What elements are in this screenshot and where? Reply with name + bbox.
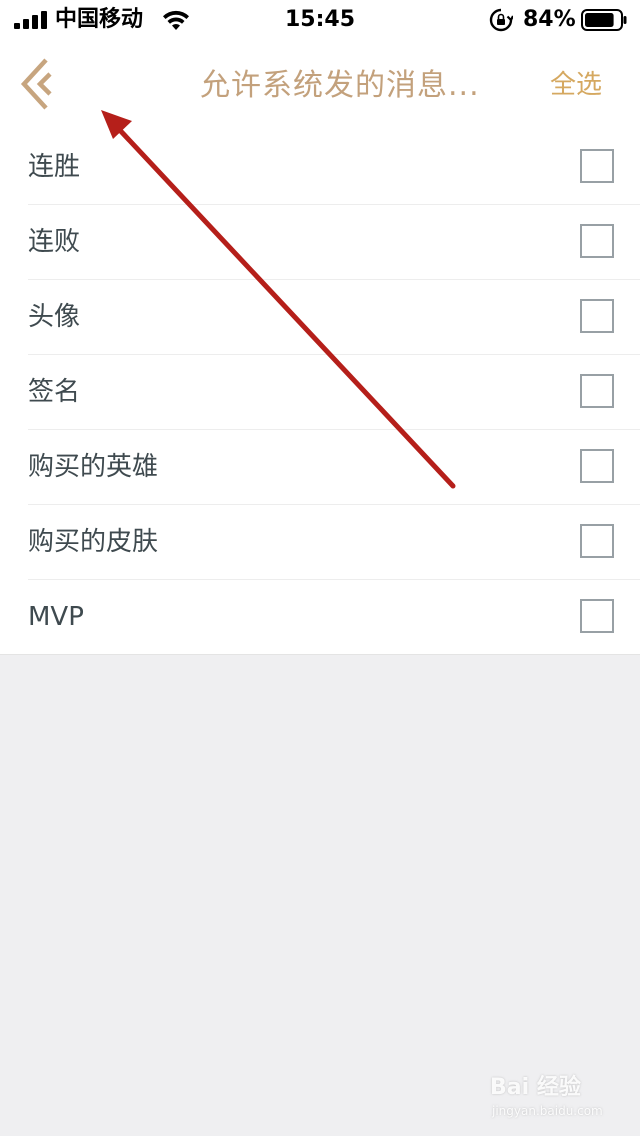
baidu-jingyan-watermark: Bai 经验 jingyan.baidu.com xyxy=(490,1066,620,1126)
list-item[interactable]: 签名 xyxy=(0,355,640,430)
battery-percent: 84% xyxy=(523,7,576,32)
checkbox[interactable] xyxy=(580,524,614,558)
list-item[interactable]: 连败 xyxy=(0,205,640,280)
checkbox[interactable] xyxy=(580,149,614,183)
list-item-label: 购买的英雄 xyxy=(28,452,159,482)
rotation-lock-icon xyxy=(489,8,513,32)
battery-icon xyxy=(581,9,627,31)
list-item[interactable]: 连胜 xyxy=(0,130,640,205)
list-item[interactable]: MVP xyxy=(0,580,640,655)
message-type-list: 连胜 连败 头像 签名 购买的英雄 购买的皮肤 MVP xyxy=(0,130,640,655)
list-item-label: 连胜 xyxy=(28,152,81,182)
checkbox[interactable] xyxy=(580,374,614,408)
list-item[interactable]: 购买的英雄 xyxy=(0,430,640,505)
list-item[interactable]: 购买的皮肤 xyxy=(0,505,640,580)
list-item-label: 购买的皮肤 xyxy=(28,527,159,557)
list-item-label: 连败 xyxy=(28,227,81,257)
checkbox[interactable] xyxy=(580,299,614,333)
back-chevron-icon[interactable] xyxy=(18,56,58,112)
watermark-url: jingyan.baidu.com xyxy=(492,1104,603,1118)
select-all-button[interactable]: 全选 xyxy=(550,66,602,104)
checkbox[interactable] xyxy=(580,224,614,258)
list-item-label: 签名 xyxy=(28,377,81,407)
list-item[interactable]: 头像 xyxy=(0,280,640,355)
watermark-logo-text: Bai 经验 xyxy=(490,1075,581,1100)
navigation-bar: 允许系统发的消息... 全选 xyxy=(0,40,640,131)
list-item-label: 头像 xyxy=(28,302,81,332)
status-bar: 中国移动 15:45 84% xyxy=(0,0,640,40)
page-title: 允许系统发的消息... xyxy=(200,68,480,103)
list-item-label: MVP xyxy=(28,602,84,632)
checkbox[interactable] xyxy=(580,449,614,483)
checkbox[interactable] xyxy=(580,599,614,633)
